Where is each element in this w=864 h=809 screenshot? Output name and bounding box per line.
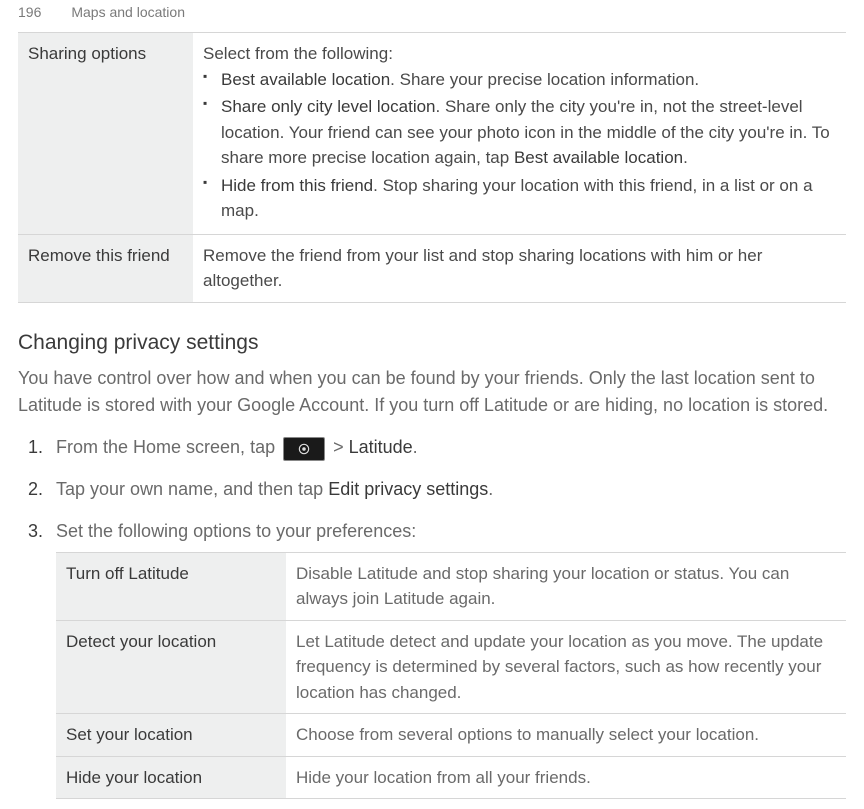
row-desc: Select from the following: Best availabl… bbox=[193, 33, 846, 235]
privacy-options-table: Turn off Latitude Disable Latitude and s… bbox=[56, 552, 846, 800]
step-item: Set the following options to your prefer… bbox=[56, 518, 846, 799]
option-desc-end: . bbox=[683, 148, 688, 167]
options-list: Best available location. Share your prec… bbox=[203, 67, 836, 224]
option-name: Best available location bbox=[221, 70, 390, 89]
list-item: Hide from this friend. Stop sharing your… bbox=[203, 173, 836, 224]
list-item: Best available location. Share your prec… bbox=[203, 67, 836, 93]
row-label: Set your location bbox=[56, 714, 286, 757]
sharing-options-table: Sharing options Select from the followin… bbox=[18, 32, 846, 303]
section-intro: You have control over how and when you c… bbox=[18, 365, 846, 421]
row-label: Remove this friend bbox=[18, 234, 193, 302]
page-number: 196 bbox=[18, 4, 41, 20]
step-item: From the Home screen, tap > Latitude. bbox=[56, 434, 846, 462]
step-target: Latitude bbox=[349, 437, 413, 457]
option-desc: . Share your precise location informatio… bbox=[390, 70, 699, 89]
row-label: Hide your location bbox=[56, 756, 286, 799]
step-text: . bbox=[413, 437, 418, 457]
step-text: Tap your own name, and then tap bbox=[56, 479, 328, 499]
step-item: Tap your own name, and then tap Edit pri… bbox=[56, 476, 846, 504]
steps-list: From the Home screen, tap > Latitude. Ta… bbox=[18, 434, 846, 799]
step-text: . bbox=[488, 479, 493, 499]
header-section: Maps and location bbox=[71, 4, 185, 20]
option-name: Hide from this friend bbox=[221, 176, 373, 195]
intro-text: Select from the following: bbox=[203, 41, 836, 67]
row-desc: Let Latitude detect and update your loca… bbox=[286, 620, 846, 714]
table-row: Remove this friend Remove the friend fro… bbox=[18, 234, 846, 302]
option-name: Share only city level location bbox=[221, 97, 436, 116]
row-label: Sharing options bbox=[18, 33, 193, 235]
step-target: Edit privacy settings bbox=[328, 479, 488, 499]
table-row: Detect your location Let Latitude detect… bbox=[56, 620, 846, 714]
list-item: Share only city level location. Share on… bbox=[203, 94, 836, 171]
table-row: Set your location Choose from several op… bbox=[56, 714, 846, 757]
table-row: Hide your location Hide your location fr… bbox=[56, 756, 846, 799]
page-header: 196 Maps and location bbox=[0, 0, 864, 32]
row-desc: Disable Latitude and stop sharing your l… bbox=[286, 552, 846, 620]
section-heading: Changing privacy settings bbox=[18, 331, 846, 355]
row-desc: Remove the friend from your list and sto… bbox=[193, 234, 846, 302]
row-desc: Choose from several options to manually … bbox=[286, 714, 846, 757]
row-label: Detect your location bbox=[56, 620, 286, 714]
step-text: Set the following options to your prefer… bbox=[56, 521, 416, 541]
apps-icon bbox=[283, 437, 325, 461]
step-text: > bbox=[328, 437, 349, 457]
option-ref: Best available location bbox=[514, 148, 683, 167]
row-desc: Hide your location from all your friends… bbox=[286, 756, 846, 799]
row-label: Turn off Latitude bbox=[56, 552, 286, 620]
page-content: Sharing options Select from the followin… bbox=[0, 32, 864, 799]
table-row: Turn off Latitude Disable Latitude and s… bbox=[56, 552, 846, 620]
step-text: From the Home screen, tap bbox=[56, 437, 280, 457]
table-row: Sharing options Select from the followin… bbox=[18, 33, 846, 235]
